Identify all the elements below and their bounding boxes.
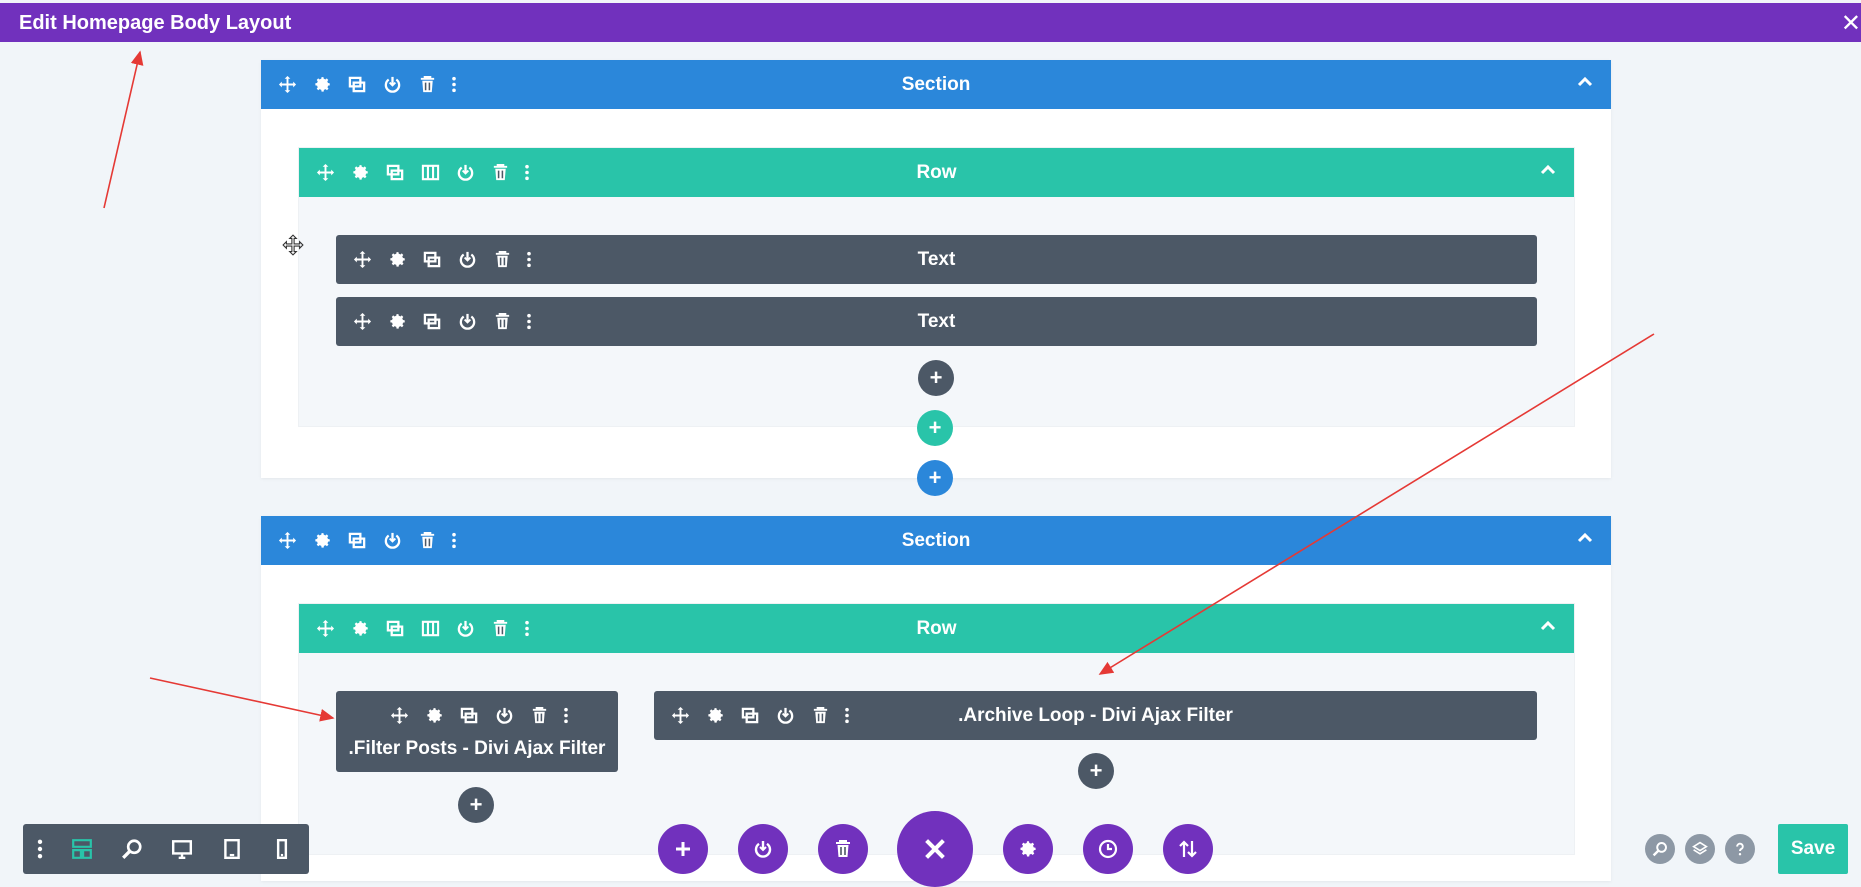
trash-icon[interactable] [818, 824, 868, 874]
row-1-header[interactable]: Row [299, 148, 1574, 197]
row-2-header[interactable]: Row [299, 604, 1574, 653]
power-icon[interactable] [487, 703, 522, 727]
module-label: .Archive Loop - Divi Ajax Filter [958, 705, 1233, 726]
module-label: Text [917, 249, 956, 270]
close-builder-button[interactable] [897, 811, 973, 887]
save-button[interactable]: Save [1778, 824, 1848, 874]
trash-icon[interactable] [522, 703, 557, 727]
module-label: Text [917, 311, 956, 332]
add-module-button[interactable]: + [918, 360, 954, 396]
row-label: Row [916, 618, 957, 639]
section-1: Section Row Text Text + + + [261, 60, 1611, 496]
wireframe-icon[interactable] [57, 824, 107, 874]
text-module-1[interactable]: Text [336, 235, 1537, 284]
layers-icon[interactable] [1685, 834, 1715, 864]
add-row-button[interactable]: + [917, 410, 953, 446]
add-section-button[interactable]: + [917, 460, 953, 496]
desktop-icon[interactable] [157, 824, 207, 874]
section-label: Section [901, 74, 971, 95]
chevron-up-icon[interactable] [1575, 528, 1595, 548]
page-title: Edit Homepage Body Layout [19, 12, 292, 34]
chevron-up-icon[interactable] [1575, 72, 1595, 92]
gear-icon[interactable] [417, 703, 452, 727]
add-module-button[interactable]: + [458, 787, 494, 823]
gear-icon[interactable] [1003, 824, 1053, 874]
chevron-up-icon[interactable] [1538, 160, 1558, 180]
help-icon[interactable] [1725, 834, 1755, 864]
text-module-2[interactable]: Text [336, 297, 1537, 346]
history-icon[interactable] [1083, 824, 1133, 874]
duplicate-icon[interactable] [452, 703, 487, 727]
view-mode-toolbar [23, 824, 309, 874]
more-icon[interactable] [557, 703, 575, 727]
close-icon[interactable]: ✕ [1841, 9, 1861, 38]
top-bar: Edit Homepage Body Layout ✕ [0, 3, 1861, 42]
search-icon[interactable] [1645, 834, 1675, 864]
row-label: Row [916, 162, 957, 183]
row-1: Row Text Text + [298, 147, 1575, 427]
archive-loop-module[interactable]: .Archive Loop - Divi Ajax Filter [654, 691, 1537, 740]
chevron-up-icon[interactable] [1538, 616, 1558, 636]
module-label: .Filter Posts - Divi Ajax Filter [348, 738, 606, 759]
add-button[interactable] [658, 824, 708, 874]
search-icon[interactable] [107, 824, 157, 874]
phone-icon[interactable] [257, 824, 307, 874]
move-icon[interactable] [382, 703, 417, 727]
drag-cursor-icon [282, 234, 304, 256]
filter-posts-module[interactable]: .Filter Posts - Divi Ajax Filter [336, 691, 618, 772]
tablet-icon[interactable] [207, 824, 257, 874]
section-1-header[interactable]: Section [261, 60, 1611, 109]
power-icon[interactable] [738, 824, 788, 874]
section-label: Section [901, 530, 971, 551]
section-2-header[interactable]: Section [261, 516, 1611, 565]
annotation-arrow [103, 50, 144, 209]
add-module-button[interactable]: + [1078, 753, 1114, 789]
portability-icon[interactable] [1163, 824, 1213, 874]
more-icon[interactable] [23, 824, 57, 874]
